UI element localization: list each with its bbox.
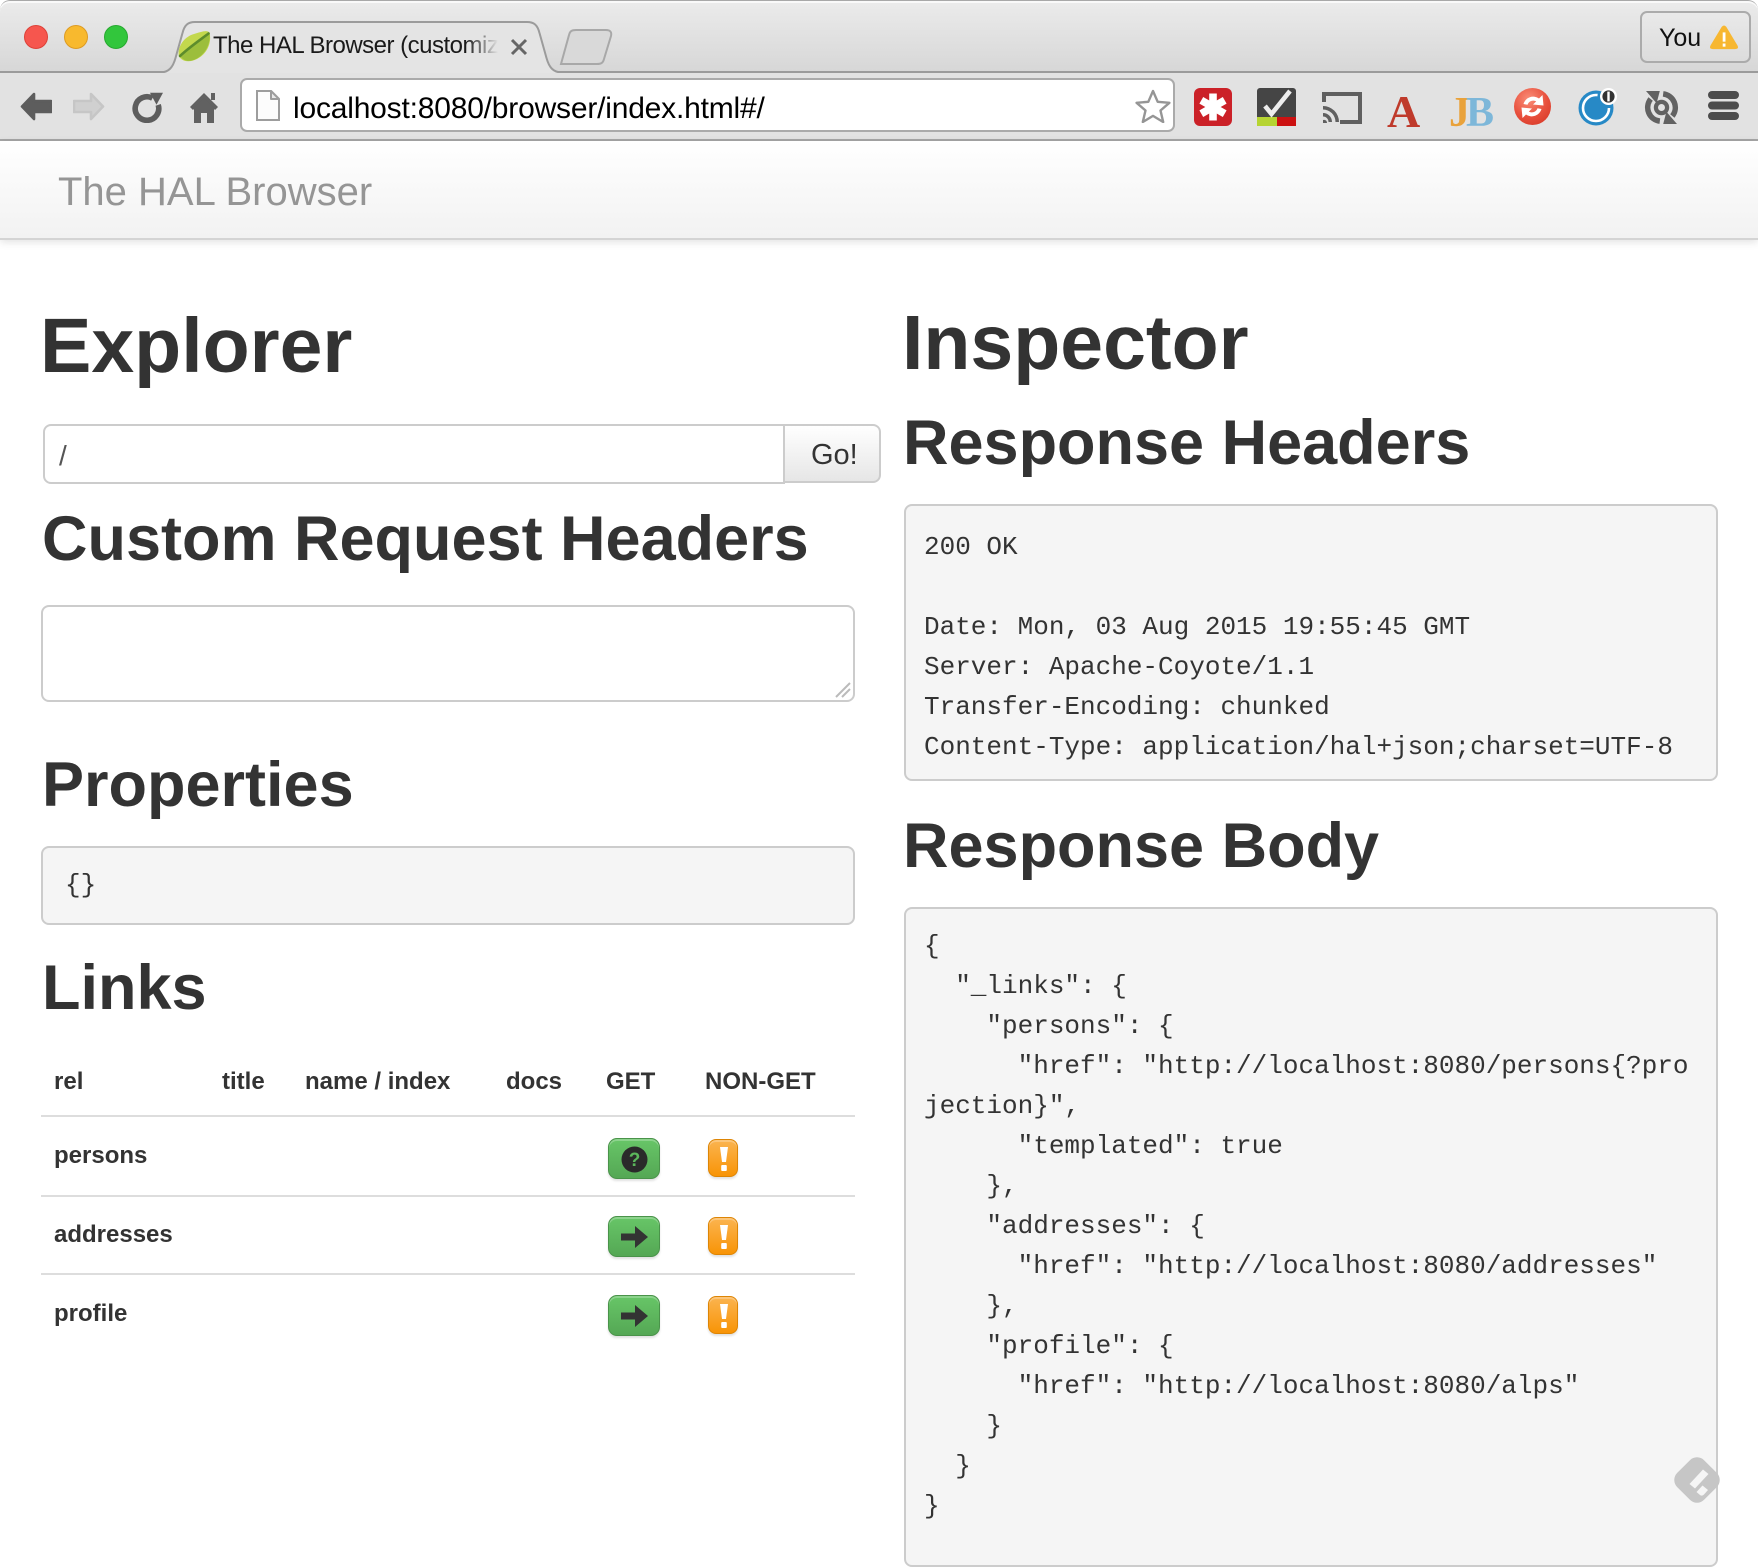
svg-text:?: ? [629,1150,641,1171]
